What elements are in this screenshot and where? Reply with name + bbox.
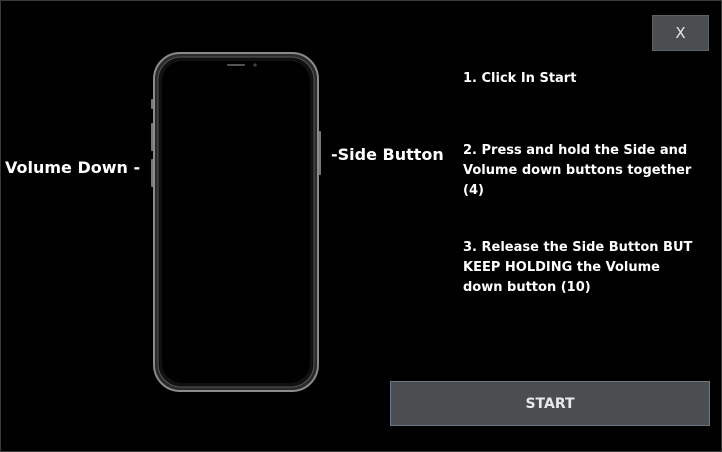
step-1-text: 1. Click In Start (463, 71, 577, 86)
side-button-label: -Side Button (331, 145, 444, 164)
start-button-label: START (525, 395, 575, 412)
volume-down-label: Volume Down - (5, 158, 141, 177)
step-3-text: 3. Release the Side Button BUT KEEP HOLD… (463, 240, 693, 295)
dfu-instructions-window: X Volume Down - -Side Button 1. Click In… (0, 0, 722, 452)
step-2-text: 2. Press and hold the Side and Volume do… (463, 143, 692, 198)
start-button[interactable]: START (390, 381, 710, 426)
close-button[interactable]: X (652, 15, 709, 51)
iphone-outline-icon (151, 51, 321, 393)
close-button-label: X (675, 24, 686, 42)
